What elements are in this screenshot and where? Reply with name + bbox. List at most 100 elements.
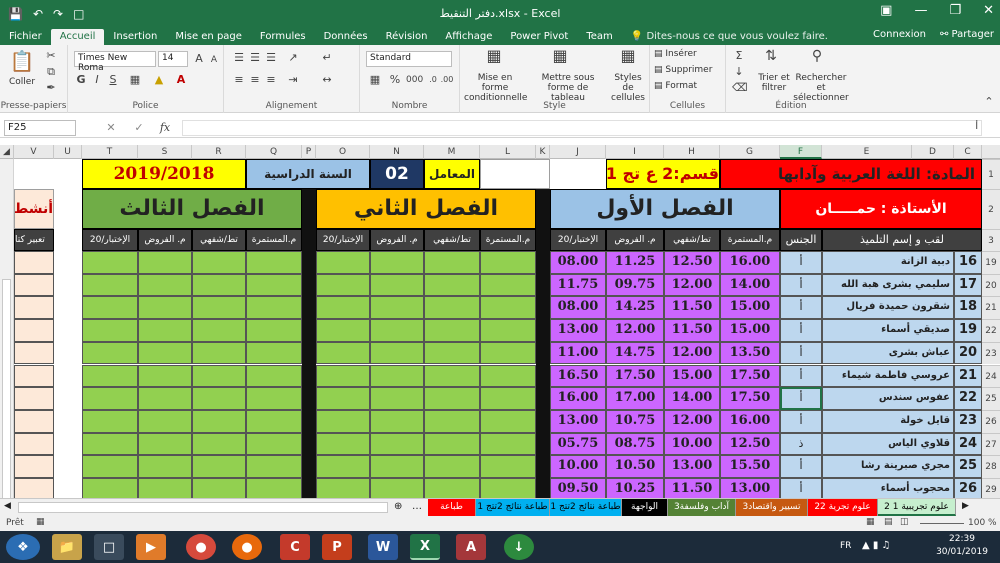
- school-year-label-cell[interactable]: السنة الدراسية: [246, 159, 370, 189]
- t1-oral-cell[interactable]: 15.00: [664, 364, 720, 388]
- row-header[interactable]: 23: [982, 341, 1000, 365]
- col-header-q[interactable]: Q: [246, 145, 302, 159]
- t3-oral-cell[interactable]: [192, 296, 246, 320]
- t3-hw-cell[interactable]: [138, 341, 192, 365]
- language-indicator[interactable]: FR: [840, 541, 851, 551]
- t2-oral-cell[interactable]: [424, 251, 480, 274]
- student-name-cell[interactable]: مجري صبرينة رشا: [822, 455, 954, 478]
- t1-cont-cell[interactable]: 13.00: [720, 478, 780, 498]
- t3-oral-cell[interactable]: [192, 432, 246, 456]
- share-button[interactable]: ⚯ Partager: [940, 29, 994, 40]
- t3-exam-cell[interactable]: [82, 273, 138, 297]
- t1-oral-cell[interactable]: 12.00: [664, 409, 720, 433]
- col-header-o[interactable]: O: [316, 145, 370, 159]
- t3-hw-cell[interactable]: [138, 273, 192, 297]
- t1-cont-cell[interactable]: 15.50: [720, 455, 780, 478]
- sheet-tab-science-2[interactable]: 2علوم تجرية 2: [808, 499, 878, 516]
- t2-cont-header[interactable]: م.المستمرة: [480, 229, 536, 251]
- t3-exam-cell[interactable]: [82, 364, 138, 388]
- tab-power-pivot[interactable]: Power Pivot: [501, 29, 577, 45]
- page-break-icon[interactable]: ◫: [900, 517, 909, 527]
- row-header-2[interactable]: 2: [982, 189, 1000, 229]
- insert-button[interactable]: ▤ Insérer: [654, 49, 697, 59]
- gender-cell[interactable]: أ: [780, 409, 822, 433]
- t1-oral-cell[interactable]: 12.50: [664, 251, 720, 274]
- t2-exam-cell[interactable]: [316, 296, 370, 320]
- writing-cell[interactable]: [14, 296, 54, 320]
- more-sheets-icon[interactable]: …: [412, 501, 422, 512]
- t3-oral-header[interactable]: تط/شفهي: [192, 229, 246, 251]
- student-name-cell[interactable]: محجوب أسماء: [822, 478, 954, 498]
- name-box[interactable]: F25: [4, 120, 76, 136]
- vertical-scroll-thumb[interactable]: [2, 279, 11, 498]
- t2-exam-cell[interactable]: [316, 455, 370, 478]
- t2-cont-cell[interactable]: [480, 364, 536, 388]
- writing-cell[interactable]: [14, 387, 54, 410]
- gender-cell[interactable]: أ: [780, 455, 822, 478]
- t3-exam-cell[interactable]: [82, 455, 138, 478]
- student-name-cell[interactable]: شقرون حميدة فريال: [822, 296, 954, 320]
- function-icon[interactable]: fx: [158, 121, 172, 135]
- writing-cell[interactable]: [14, 341, 54, 365]
- tab-mise-en-page[interactable]: Mise en page: [166, 29, 251, 45]
- format-as-table-button[interactable]: Mettre sous forme de tableau: [532, 73, 604, 103]
- t2-cont-cell[interactable]: [480, 273, 536, 297]
- sheet-tab-arts[interactable]: 3آداب وفلسفة: [668, 499, 736, 516]
- col-header-n[interactable]: N: [370, 145, 424, 159]
- t3-hw-cell[interactable]: [138, 251, 192, 274]
- tab-insertion[interactable]: Insertion: [104, 29, 166, 45]
- student-number-cell[interactable]: 17: [954, 273, 982, 297]
- t3-hw-cell[interactable]: [138, 364, 192, 388]
- t3-hw-cell[interactable]: [138, 478, 192, 498]
- t3-cont-cell[interactable]: [246, 432, 302, 456]
- tab-revision[interactable]: Révision: [377, 29, 437, 45]
- firefox-icon[interactable]: ●: [232, 534, 262, 560]
- t1-exam-cell[interactable]: 16.50: [550, 364, 606, 388]
- tab-fichier[interactable]: Fichier: [0, 29, 51, 45]
- sheet-tab-science-1[interactable]: 2 علوم تجريبية 1: [878, 499, 956, 516]
- t1-exam-cell[interactable]: 09.50: [550, 478, 606, 498]
- t3-hw-cell[interactable]: [138, 319, 192, 342]
- sheet-tab-results-b[interactable]: طباعة نتائج 2تتج 1: [550, 499, 622, 516]
- align-top-icon[interactable]: ☰: [232, 51, 246, 65]
- t1-oral-cell[interactable]: 13.00: [664, 455, 720, 478]
- row-header[interactable]: 28: [982, 455, 1000, 478]
- fill-color-icon[interactable]: ▲: [152, 73, 166, 87]
- row-header[interactable]: 27: [982, 432, 1000, 456]
- t3-hw-header[interactable]: م. الفروض: [138, 229, 192, 251]
- term1-header-cell[interactable]: الفصل الأول: [550, 189, 780, 229]
- t2-hw-cell[interactable]: [370, 432, 424, 456]
- t2-hw-cell[interactable]: [370, 478, 424, 498]
- t2-oral-cell[interactable]: [424, 478, 480, 498]
- t3-cont-cell[interactable]: [246, 478, 302, 498]
- t3-cont-header[interactable]: م.المستمرة: [246, 229, 302, 251]
- row-header[interactable]: 25: [982, 387, 1000, 410]
- student-name-cell[interactable]: عفوس سندس: [822, 387, 954, 410]
- zoom-level[interactable]: 100 %: [968, 518, 997, 528]
- t2-exam-cell[interactable]: [316, 319, 370, 342]
- t3-cont-cell[interactable]: [246, 251, 302, 274]
- t1-cont-cell[interactable]: 13.50: [720, 341, 780, 365]
- t1-hw-cell[interactable]: 08.75: [606, 432, 664, 456]
- conditional-format-button[interactable]: Mise en forme conditionnelle: [464, 73, 527, 103]
- restore-icon[interactable]: ❐: [949, 3, 961, 18]
- t3-exam-cell[interactable]: [82, 296, 138, 320]
- t2-oral-cell[interactable]: [424, 341, 480, 365]
- gender-cell[interactable]: أ: [780, 387, 822, 410]
- t1-oral-cell[interactable]: 11.50: [664, 319, 720, 342]
- thousands-icon[interactable]: 000: [406, 73, 423, 87]
- col-writing-header[interactable]: تعبير كتا: [14, 229, 54, 251]
- student-number-cell[interactable]: 25: [954, 455, 982, 478]
- t3-cont-cell[interactable]: [246, 387, 302, 410]
- t3-hw-cell[interactable]: [138, 296, 192, 320]
- school-year-cell[interactable]: 2019/2018: [82, 159, 246, 189]
- col-header-i[interactable]: I: [606, 145, 664, 159]
- underline-icon[interactable]: S: [106, 73, 120, 87]
- connexion-link[interactable]: Connexion: [873, 29, 926, 40]
- cell-styles-icon[interactable]: ▦: [618, 48, 638, 64]
- t1-cont-cell[interactable]: 16.00: [720, 251, 780, 274]
- gender-cell[interactable]: أ: [780, 296, 822, 320]
- gender-cell[interactable]: أ: [780, 251, 822, 274]
- tell-me-box[interactable]: 💡 Dites-nous ce que vous voulez faire.: [622, 29, 837, 45]
- t3-cont-cell[interactable]: [246, 364, 302, 388]
